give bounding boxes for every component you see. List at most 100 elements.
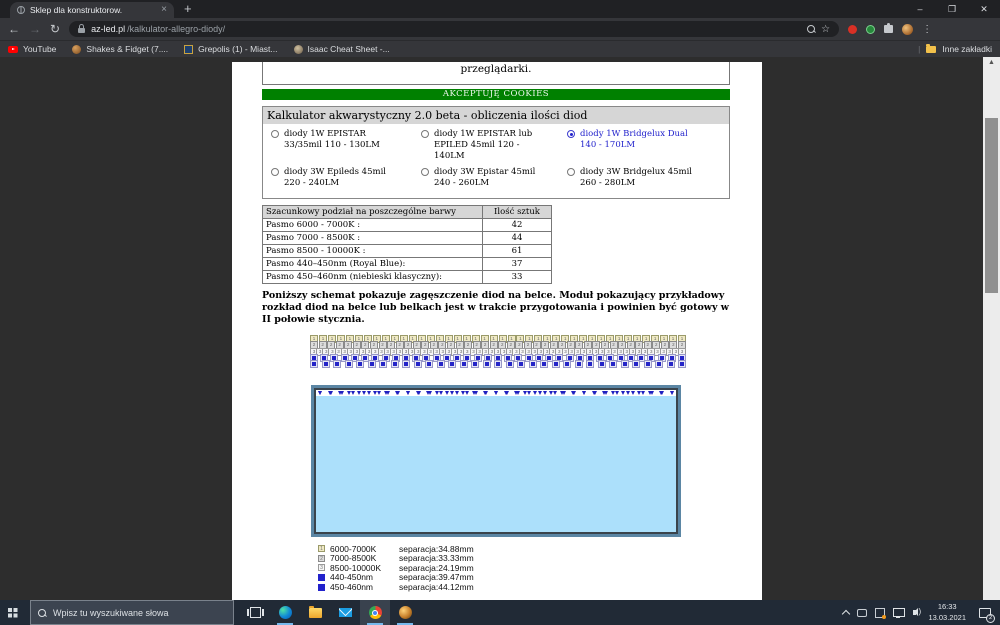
scrollbar-thumb[interactable] <box>985 118 998 293</box>
notification-badge: 2 <box>986 614 995 623</box>
diode-position-mark <box>417 391 421 395</box>
browser-tab[interactable]: Sklep dla konstruktorow. × <box>10 2 174 18</box>
task-view-button[interactable] <box>240 600 270 625</box>
profile-avatar[interactable] <box>902 24 913 35</box>
url-host: az-led.pl <box>91 24 125 34</box>
start-button[interactable] <box>0 600 30 625</box>
legend-row: 27000-8500Kseparacja:33.33mm <box>318 553 730 563</box>
legend-label: 440-450nm <box>330 572 394 582</box>
radio-button[interactable] <box>271 168 279 176</box>
edge-button[interactable] <box>270 600 300 625</box>
search-icon[interactable] <box>807 25 815 33</box>
bookmark-item[interactable]: Isaac Cheat Sheet -... <box>294 44 390 54</box>
diode-option[interactable]: diody 3W Bridgelux 45mil 260 - 280LM <box>567 167 727 189</box>
diode-blue <box>540 360 548 368</box>
bookmark-item[interactable]: Grepolis (1) - Miast... <box>184 44 277 54</box>
diode-blue <box>368 360 376 368</box>
update-icon[interactable] <box>875 608 885 618</box>
diode-position-mark <box>659 391 663 395</box>
diode-blue <box>437 360 445 368</box>
diode-position-mark <box>641 391 645 395</box>
diode-position-mark <box>648 391 652 395</box>
grepolis-icon <box>184 45 193 54</box>
back-button[interactable]: ← <box>8 23 20 35</box>
tab-strip: Sklep dla konstruktorow. × + – ❐ ✕ <box>0 0 1000 18</box>
diode-position-mark <box>670 391 674 395</box>
isaac-icon <box>294 45 303 54</box>
volume-icon[interactable] <box>913 610 916 615</box>
search-placeholder: Wpisz tu wyszukiwane słowa <box>53 608 169 618</box>
mail-button[interactable] <box>330 600 360 625</box>
game-button[interactable] <box>390 600 420 625</box>
clock-date: 13.03.2021 <box>928 613 966 623</box>
other-bookmarks[interactable]: | Inne zakładki <box>918 44 992 54</box>
windows-logo-icon <box>8 608 13 613</box>
new-tab-button[interactable]: + <box>184 1 192 16</box>
diode-position-mark <box>582 391 586 395</box>
tab-close-icon[interactable]: × <box>161 5 167 15</box>
bookmark-item[interactable]: Shakes & Fidget (7.... <box>72 44 168 54</box>
taskbar-clock[interactable]: 16:33 13.03.2021 <box>928 602 966 622</box>
action-center-button[interactable]: 2 <box>974 600 996 625</box>
diode-blue-swatch <box>318 574 325 581</box>
clock-time: 16:33 <box>928 602 966 612</box>
scrollbar-up-icon[interactable]: ▲ <box>983 59 1000 66</box>
diode-blue <box>655 360 663 368</box>
minimize-button[interactable]: – <box>904 0 936 18</box>
menu-kebab-icon[interactable]: ⋮ <box>922 24 932 35</box>
tray-icons <box>843 608 920 618</box>
extensions-puzzle-icon[interactable] <box>884 25 893 33</box>
diode-option[interactable]: diody 1W EPISTAR 33/35mil 110 - 130LM <box>271 129 421 162</box>
diode-blue <box>471 360 479 368</box>
diode-blue <box>356 360 364 368</box>
other-bookmarks-label: Inne zakładki <box>942 44 992 54</box>
diode-option[interactable]: diody 1W EPISTAR lub EPILED 45mil 120 - … <box>421 129 567 162</box>
adblock-extension-icon[interactable] <box>848 25 857 34</box>
chrome-button[interactable] <box>360 600 390 625</box>
diode-option[interactable]: diody 3W Epileds 45mil 220 - 240LM <box>271 167 421 189</box>
address-bar[interactable]: az-led.pl/kalkulator-allegro-diody/ ☆ <box>69 21 839 37</box>
diode-position-mark <box>428 391 432 395</box>
bookmark-item[interactable]: YouTube <box>8 44 56 54</box>
network-icon[interactable] <box>893 608 905 617</box>
legend-label: 450-460nm <box>330 582 394 592</box>
onedrive-icon[interactable] <box>857 609 867 617</box>
accept-cookies-button[interactable]: AKCEPTUJĘ COOKIES <box>262 89 730 100</box>
file-explorer-button[interactable] <box>300 600 330 625</box>
refresh-button[interactable]: ↻ <box>50 23 60 35</box>
page-scrollbar[interactable]: ▲ <box>983 57 1000 600</box>
legend-row: 440-450nmseparacja:39.47mm <box>318 573 730 583</box>
option-label: diody 1W Bridgelux Dual 140 - 170LM <box>580 129 698 151</box>
tab-title: Sklep dla konstruktorow. <box>30 5 156 15</box>
taskbar-search-input[interactable]: Wpisz tu wyszukiwane słowa <box>30 600 234 625</box>
radio-button[interactable] <box>421 130 429 138</box>
radio-button[interactable] <box>421 168 429 176</box>
bookmark-star-icon[interactable]: ☆ <box>821 24 830 35</box>
diagram-legend: 16000-7000Kseparacja:34.88mm27000-8500Ks… <box>318 544 730 592</box>
chevron-up-icon[interactable] <box>842 609 850 617</box>
maximize-button[interactable]: ❐ <box>936 0 968 18</box>
diode-position-mark <box>395 391 399 395</box>
privacy-extension-icon[interactable] <box>866 25 875 34</box>
diode-blue <box>517 360 525 368</box>
band-label-cell: Pasmo 6000 - 7000K : <box>263 219 483 232</box>
radio-button[interactable] <box>271 130 279 138</box>
diode-option[interactable]: diody 1W Bridgelux Dual 140 - 170LM <box>567 129 727 162</box>
diode-position-mark <box>439 391 443 395</box>
diode-blue <box>414 360 422 368</box>
diode-position-mark <box>340 391 344 395</box>
diode-blue <box>483 360 491 368</box>
radio-button[interactable] <box>567 130 575 138</box>
legend-row: 450-460nmseparacja:44.12mm <box>318 582 730 592</box>
diode-blue <box>460 360 468 368</box>
diode-option[interactable]: diody 3W Epistar 45mil 240 - 260LM <box>421 167 567 189</box>
taskbar-apps <box>240 600 420 625</box>
page-viewport: przeglądarki. AKCEPTUJĘ COOKIES Kalkulat… <box>0 57 1000 600</box>
close-button[interactable]: ✕ <box>968 0 1000 18</box>
band-label-cell: Pasmo 8500 - 10000K : <box>263 245 483 258</box>
diode-position-mark <box>505 391 509 395</box>
bookmark-label: Shakes & Fidget (7.... <box>86 44 168 54</box>
diode-options-grid: diody 1W EPISTAR 33/35mil 110 - 130LMdio… <box>263 124 729 198</box>
radio-button[interactable] <box>567 168 575 176</box>
lock-icon <box>78 28 85 33</box>
